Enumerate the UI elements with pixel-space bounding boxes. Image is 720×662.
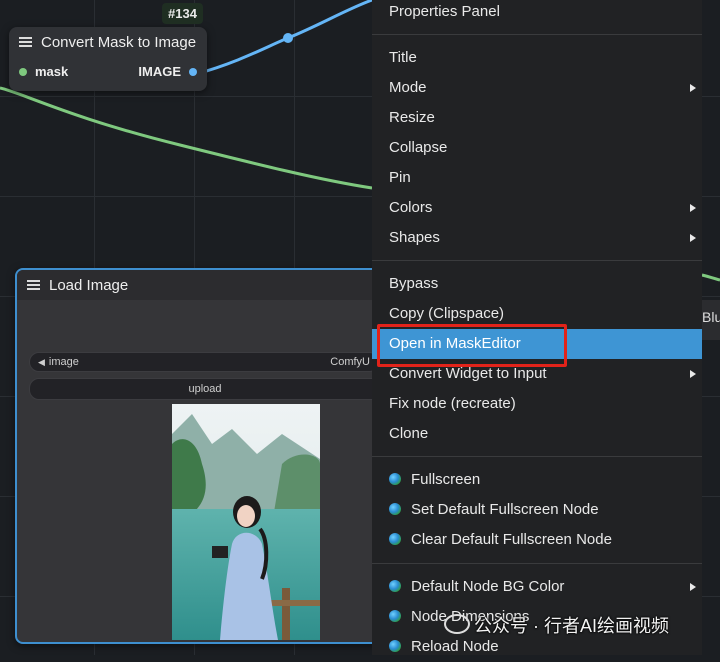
load-image-node[interactable]: Load Image ◀ image ComfyU upload [15, 268, 389, 644]
globe-icon [389, 473, 401, 485]
image-output-label: IMAGE [138, 63, 181, 79]
menu-item-label: Clone [389, 425, 429, 442]
menu-icon[interactable] [19, 37, 32, 47]
menu-item-default-node-bg-color[interactable]: Default Node BG Color [372, 572, 702, 602]
menu-item-label: Convert Widget to Input [389, 365, 547, 382]
menu-item-collapse[interactable]: Collapse [372, 133, 702, 163]
menu-item-label: Properties Panel [389, 3, 500, 20]
partial-node-label: Blu [702, 309, 720, 325]
preview-image [172, 404, 320, 640]
chevron-right-icon [690, 583, 696, 591]
node-title: Convert Mask to Image [41, 33, 197, 51]
menu-item-set-default-fullscreen-node[interactable]: Set Default Fullscreen Node [372, 495, 702, 525]
menu-item-label: Set Default Fullscreen Node [411, 501, 599, 518]
menu-item-pin[interactable]: Pin [372, 163, 702, 193]
menu-item-shapes[interactable]: Shapes [372, 223, 702, 253]
globe-icon [389, 533, 401, 545]
node-title-bar[interactable]: Load Image [17, 270, 387, 300]
right-link-wire [701, 273, 720, 282]
menu-divider [372, 260, 702, 261]
menu-item-label: Shapes [389, 229, 440, 246]
menu-item-label: Collapse [389, 139, 448, 156]
combo-left-arrow-icon[interactable]: ◀ [38, 357, 45, 367]
menu-item-label: Clear Default Fullscreen Node [411, 531, 612, 548]
partial-node-edge[interactable]: Blu [702, 300, 720, 340]
watermark-text: 公众号 · 行者AI绘画视频 [474, 616, 670, 636]
combo-value: ComfyU [330, 356, 370, 368]
menu-item-resize[interactable]: Resize [372, 103, 702, 133]
menu-divider [372, 456, 702, 457]
menu-item-properties-panel[interactable]: Properties Panel [372, 0, 702, 27]
chevron-right-icon [690, 370, 696, 378]
menu-divider [372, 34, 702, 35]
menu-item-label: Bypass [389, 275, 439, 292]
upload-button[interactable]: upload [29, 378, 381, 400]
mask-input-label: mask [35, 63, 69, 79]
menu-item-label: Copy (Clipspace) [389, 305, 505, 322]
highlight-annotation-box [377, 324, 567, 367]
menu-item-fix-node[interactable]: Fix node (recreate) [372, 389, 702, 419]
menu-item-clear-default-fullscreen-node[interactable]: Clear Default Fullscreen Node [372, 525, 702, 555]
menu-item-label: Mode [389, 79, 427, 96]
combo-label: image [48, 356, 79, 368]
convert-mask-node[interactable]: Convert Mask to Image mask IMAGE [9, 27, 207, 91]
globe-icon [389, 640, 401, 652]
menu-item-label: Colors [389, 199, 433, 216]
watermark: 公众号 · 行者AI绘画视频 [444, 612, 669, 638]
menu-item-label: Reload Node [411, 638, 499, 655]
input-slot-icon[interactable] [19, 68, 27, 77]
menu-item-label: Pin [389, 169, 411, 186]
menu-item-mode[interactable]: Mode [372, 73, 702, 103]
menu-item-label: Resize [389, 109, 435, 126]
node-title: Load Image [49, 276, 129, 294]
menu-icon[interactable] [27, 280, 40, 290]
wechat-logo-icon [444, 614, 470, 634]
menu-item-title[interactable]: Title [372, 43, 702, 73]
menu-item-fullscreen[interactable]: Fullscreen [372, 465, 702, 495]
node-id-badge: #134 [162, 3, 203, 24]
menu-item-label: Fullscreen [411, 471, 481, 488]
output-slot-icon[interactable] [189, 68, 197, 77]
chevron-right-icon [690, 234, 696, 242]
image-combo[interactable]: ◀ image ComfyU [29, 352, 379, 372]
chevron-right-icon [690, 204, 696, 212]
menu-item-clone[interactable]: Clone [372, 419, 702, 449]
menu-divider [372, 563, 702, 564]
menu-item-colors[interactable]: Colors [372, 193, 702, 223]
link-midpoint-handle [283, 33, 293, 43]
globe-icon [389, 503, 401, 515]
chevron-right-icon [690, 84, 696, 92]
node-title-bar[interactable]: Convert Mask to Image [9, 27, 207, 57]
menu-item-label: Fix node (recreate) [389, 395, 516, 412]
mask-input[interactable]: mask [19, 64, 68, 79]
menu-item-bypass[interactable]: Bypass [372, 269, 702, 299]
menu-item-label: Default Node BG Color [411, 578, 565, 595]
mask-link-wire [0, 86, 373, 190]
menu-item-label: Title [389, 49, 417, 66]
globe-icon [389, 610, 401, 622]
globe-icon [389, 580, 401, 592]
image-output[interactable]: IMAGE [138, 64, 197, 79]
